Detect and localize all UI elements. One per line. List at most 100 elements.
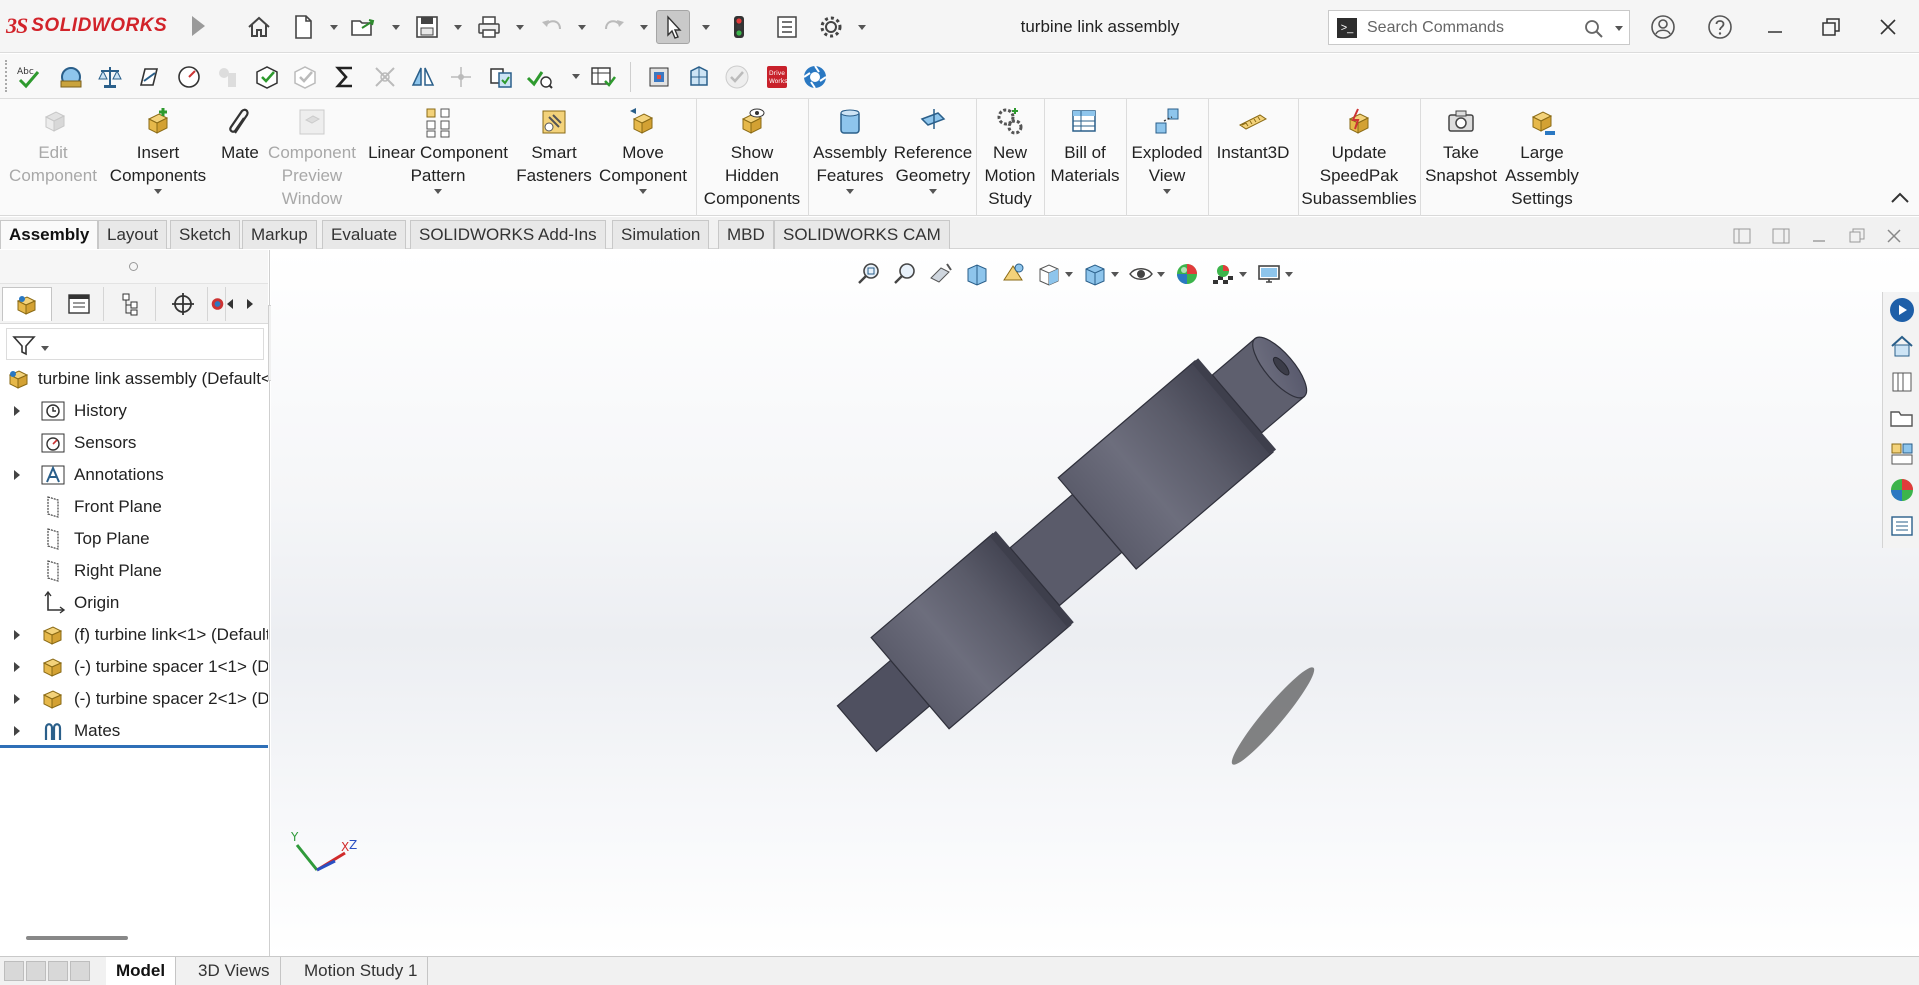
design-checker-button[interactable] — [486, 62, 516, 92]
tab-mbd[interactable]: MBD — [718, 220, 774, 249]
new-dropdown-icon[interactable] — [330, 25, 338, 30]
close-button[interactable] — [1873, 12, 1903, 42]
save-button[interactable] — [410, 10, 444, 44]
take-snapshot-button[interactable]: Take Snapshot — [1422, 99, 1500, 216]
spell-check-button[interactable]: Abc — [14, 62, 44, 92]
rollback-bar[interactable] — [0, 745, 268, 748]
scroll-left-icon[interactable] — [226, 298, 234, 310]
clearance-verification-button[interactable] — [290, 62, 320, 92]
tree-item-mates[interactable]: Mates — [0, 715, 268, 747]
previous-tab-button[interactable] — [26, 961, 46, 981]
redo-button[interactable] — [597, 10, 631, 44]
thickness-analysis-button[interactable] — [644, 62, 674, 92]
sustainability-button[interactable] — [800, 62, 830, 92]
file-properties-button[interactable] — [770, 10, 804, 44]
expand-arrow-icon[interactable] — [14, 470, 20, 480]
move-component-button[interactable]: Move Component — [594, 99, 692, 216]
tab-markup[interactable]: Markup — [242, 220, 317, 249]
tab-dimxpert-manager[interactable] — [158, 287, 208, 321]
print-button[interactable] — [472, 10, 506, 44]
tree-item-front-plane[interactable]: Front Plane — [0, 491, 268, 523]
solidworks-resources-button[interactable] — [1888, 296, 1916, 324]
save-dropdown-icon[interactable] — [454, 25, 462, 30]
tree-item-annotations[interactable]: Annotations — [0, 459, 268, 491]
show-hidden-components-button[interactable]: Show Hidden Components — [698, 99, 806, 216]
tree-item-turbine-link[interactable]: (f) turbine link<1> (Default<<Default>_D… — [0, 619, 268, 651]
tree-item-origin[interactable]: Origin — [0, 587, 268, 619]
solidworks-logo[interactable]: 3S SOLIDWORKS — [6, 10, 167, 42]
driveworks-button[interactable]: Drive Works — [762, 62, 792, 92]
undercut-analysis-button[interactable] — [684, 62, 714, 92]
panel-pin-icon[interactable] — [129, 262, 138, 271]
tab-display-manager[interactable] — [210, 287, 226, 321]
file-explorer-button[interactable] — [1888, 368, 1916, 396]
document-minimize-icon[interactable] — [1809, 226, 1829, 246]
first-tab-button[interactable] — [4, 961, 24, 981]
large-assembly-settings-button[interactable]: Large Assembly Settings — [1500, 99, 1584, 216]
bottom-tab-3d-views[interactable]: 3D Views — [188, 957, 281, 985]
expand-arrow-icon[interactable] — [14, 694, 20, 704]
scenes-button[interactable] — [1888, 476, 1916, 504]
open-button[interactable] — [346, 10, 380, 44]
linear-component-pattern-button[interactable]: Linear Component Pattern — [360, 99, 516, 216]
appearances-button[interactable] — [1888, 440, 1916, 468]
insert-components-dropdown-icon[interactable] — [154, 189, 162, 194]
bottom-tab-model[interactable]: Model — [106, 957, 177, 985]
expand-arrow-icon[interactable] — [14, 406, 20, 416]
collapse-ribbon-chevron-icon[interactable] — [1890, 190, 1910, 204]
tile-right-icon[interactable] — [1771, 226, 1791, 246]
options-button[interactable] — [814, 10, 848, 44]
view-palette-button[interactable] — [1888, 404, 1916, 432]
sensor-button[interactable] — [174, 62, 204, 92]
tree-item-history[interactable]: History — [0, 395, 268, 427]
check-button[interactable] — [524, 62, 554, 92]
expand-arrow-icon[interactable] — [14, 662, 20, 672]
bottom-tab-motion-study-1[interactable]: Motion Study 1 — [294, 957, 429, 985]
expand-arrow-icon[interactable] — [14, 726, 20, 736]
custom-properties-button[interactable] — [1888, 512, 1916, 540]
tree-item-top-plane[interactable]: Top Plane — [0, 523, 268, 555]
exploded-view-button[interactable]: Exploded View — [1128, 99, 1206, 216]
reference-geometry-button[interactable]: Reference Geometry — [892, 99, 974, 216]
reference-geometry-dropdown-icon[interactable] — [929, 189, 937, 194]
account-button[interactable] — [1648, 12, 1678, 42]
check-active-button[interactable] — [722, 62, 752, 92]
help-button[interactable] — [1705, 12, 1735, 42]
redo-dropdown-icon[interactable] — [640, 25, 648, 30]
exploded-view-dropdown-icon[interactable] — [1163, 189, 1171, 194]
linear-pattern-dropdown-icon[interactable] — [434, 189, 442, 194]
graphics-area[interactable]: Y X Z — [271, 250, 1919, 956]
options-dropdown-icon[interactable] — [858, 25, 866, 30]
performance-evaluation-button[interactable] — [330, 62, 360, 92]
instant3d-button[interactable]: Instant3D — [1210, 99, 1296, 216]
print-dropdown-icon[interactable] — [516, 25, 524, 30]
turbine-link-model[interactable] — [271, 250, 1919, 956]
tab-feature-manager[interactable] — [2, 287, 52, 321]
edit-component-button[interactable]: Edit Component — [4, 99, 102, 216]
tab-configuration-manager[interactable] — [106, 287, 156, 321]
mate-button[interactable]: Mate — [214, 99, 266, 216]
undo-button[interactable] — [535, 10, 569, 44]
check-symmetry-button[interactable] — [408, 62, 438, 92]
insert-components-button[interactable]: Insert Components — [104, 99, 212, 216]
measure-button[interactable] — [56, 62, 86, 92]
document-restore-icon[interactable] — [1847, 226, 1867, 246]
select-button[interactable] — [656, 10, 690, 44]
last-tab-button[interactable] — [70, 961, 90, 981]
move-component-dropdown-icon[interactable] — [639, 189, 647, 194]
rebuild-button[interactable] — [722, 10, 756, 44]
tree-root-assembly[interactable]: turbine link assembly (Default<Display S… — [0, 363, 268, 395]
hole-alignment-button[interactable] — [370, 62, 400, 92]
tree-item-sensors[interactable]: Sensors — [0, 427, 268, 459]
section-properties-button[interactable] — [134, 62, 164, 92]
tab-property-manager[interactable] — [54, 287, 104, 321]
next-tab-button[interactable] — [48, 961, 68, 981]
tree-item-right-plane[interactable]: Right Plane — [0, 555, 268, 587]
menu-expand-arrow-icon[interactable] — [192, 16, 205, 36]
minimize-button[interactable] — [1760, 12, 1790, 42]
check-dropdown-icon[interactable] — [572, 74, 580, 79]
restore-button[interactable] — [1816, 12, 1846, 42]
tree-filter-box[interactable] — [6, 328, 264, 360]
shaft-body[interactable] — [818, 313, 1329, 774]
tab-solidworks-add-ins[interactable]: SOLIDWORKS Add-Ins — [410, 220, 606, 249]
